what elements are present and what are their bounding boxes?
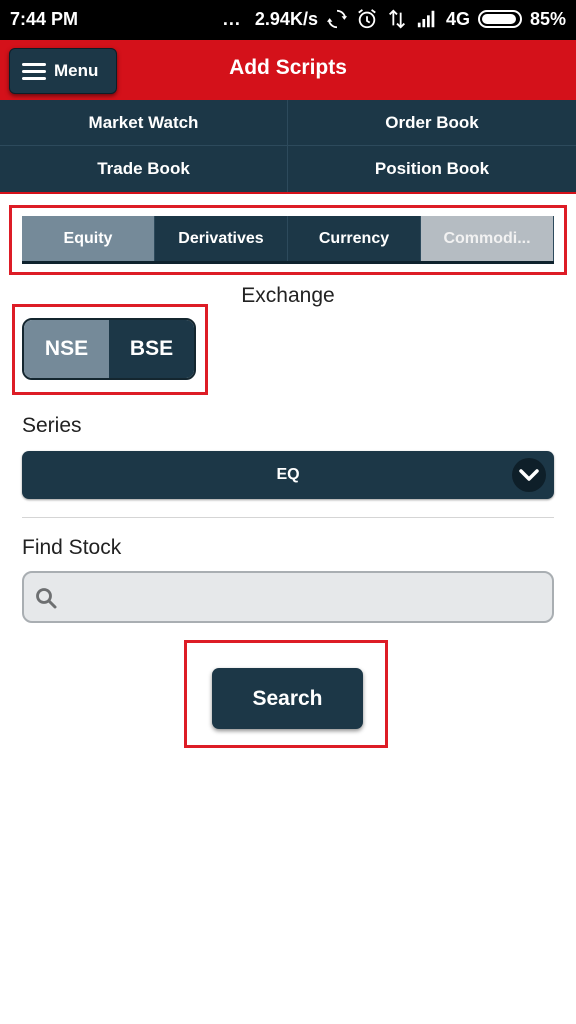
find-stock-input[interactable] — [68, 573, 544, 621]
nav-position-book[interactable]: Position Book — [288, 146, 576, 192]
tab-commodity[interactable]: Commodi... — [421, 216, 554, 261]
tab-currency[interactable]: Currency — [288, 216, 421, 261]
alarm-icon — [358, 9, 376, 29]
signal-icon — [417, 10, 435, 28]
app-header: Menu Add Scripts — [0, 40, 576, 100]
tab-equity[interactable]: Equity — [22, 216, 155, 261]
status-indicators: ... 2.94K/s 4G 85% — [223, 8, 566, 30]
nav-grid: Market Watch Order Book Trade Book Posit… — [0, 100, 576, 194]
exchange-nse-option[interactable]: NSE — [24, 320, 109, 378]
segment-tabs: Equity Derivatives Currency Commodi... — [22, 216, 554, 264]
series-value: EQ — [276, 466, 300, 483]
nav-trade-book[interactable]: Trade Book — [0, 146, 288, 192]
nav-order-book[interactable]: Order Book — [288, 100, 576, 146]
chevron-down-icon — [512, 458, 546, 492]
tab-derivatives[interactable]: Derivatives — [155, 216, 288, 261]
exchange-toggle: NSE BSE — [22, 318, 196, 380]
status-battery: 85% — [529, 8, 566, 29]
sync-icon — [326, 9, 348, 29]
status-network: 4G — [445, 8, 470, 29]
nav-market-watch[interactable]: Market Watch — [0, 100, 288, 146]
status-speed: 2.94K/s — [254, 8, 318, 29]
exchange-bse-option[interactable]: BSE — [109, 320, 194, 378]
battery-icon — [477, 10, 522, 28]
status-dots: ... — [222, 8, 241, 29]
status-time: 7:44 PM — [10, 9, 79, 29]
series-label: Series — [22, 414, 82, 437]
search-icon — [36, 588, 57, 609]
section-divider — [22, 517, 554, 518]
find-stock-field — [22, 571, 554, 623]
status-bar: 7:44 PM ... 2.94K/s 4G 85% — [0, 0, 576, 40]
page-title: Add Scripts — [229, 56, 347, 79]
data-transfer-icon — [388, 9, 405, 29]
find-stock-label: Find Stock — [22, 536, 122, 559]
search-button[interactable]: Search — [212, 668, 363, 729]
series-select[interactable]: EQ — [22, 451, 554, 499]
